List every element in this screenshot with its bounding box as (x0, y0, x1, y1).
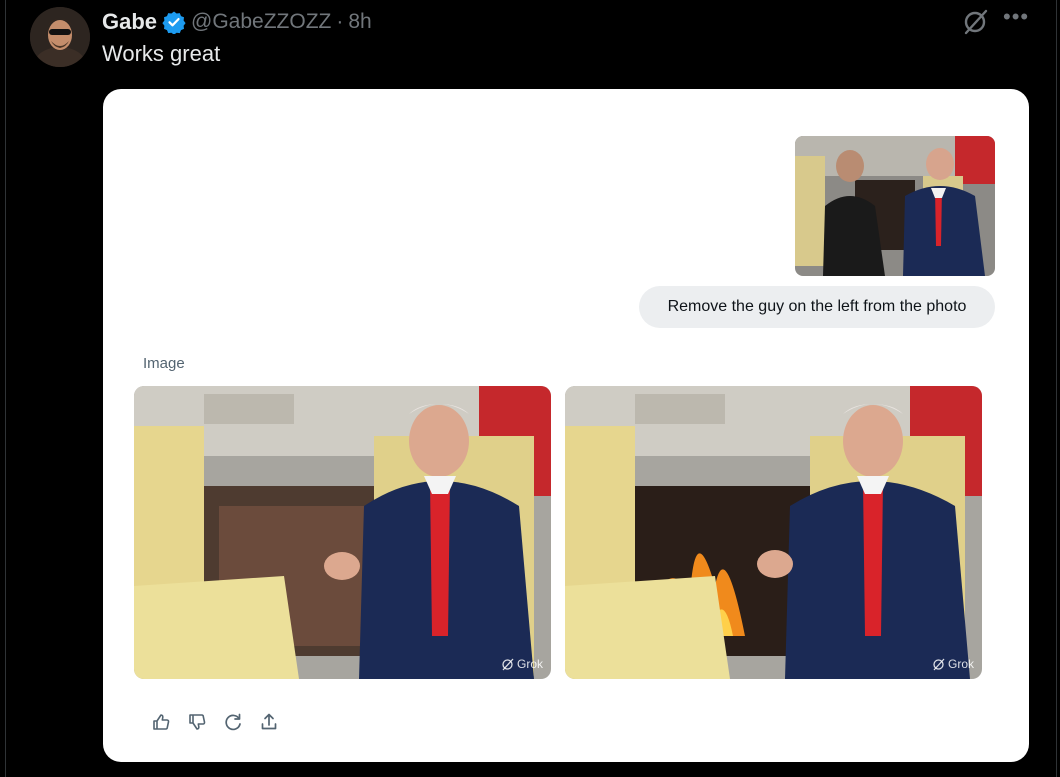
grok-watermark-text: Grok (516, 657, 543, 671)
response-action-bar (150, 711, 280, 733)
display-name[interactable]: Gabe (102, 9, 157, 35)
prompt-bubble: Remove the guy on the left from the phot… (639, 286, 995, 328)
left-border (5, 0, 6, 777)
grok-watermark: Grok (932, 657, 974, 671)
thumbs-down-icon[interactable] (186, 711, 208, 733)
grok-watermark: Grok (501, 657, 543, 671)
more-icon[interactable]: ••• (1003, 6, 1028, 30)
thumbs-up-icon[interactable] (150, 711, 172, 733)
grok-watermark-icon (932, 658, 945, 671)
grok-conversation-card[interactable]: Remove the guy on the left from the phot… (103, 89, 1029, 762)
tweet-header: Gabe @GabeZZOZZ · 8h (102, 9, 372, 35)
grok-watermark-icon (501, 658, 514, 671)
share-icon[interactable] (258, 711, 280, 733)
avatar[interactable] (30, 7, 90, 67)
grok-watermark-text: Grok (947, 657, 974, 671)
timestamp[interactable]: 8h (348, 10, 371, 34)
generated-image-2[interactable]: Grok (565, 386, 982, 679)
grok-icon[interactable] (961, 8, 989, 36)
separator-dot: · (336, 10, 344, 33)
image-label: Image (143, 355, 185, 372)
verified-badge-icon[interactable] (162, 10, 186, 35)
right-border (1056, 0, 1057, 777)
generated-image-1[interactable]: Grok (134, 386, 551, 679)
handle[interactable]: @GabeZZOZZ (191, 10, 331, 34)
regenerate-icon[interactable] (222, 711, 244, 733)
tweet-text: Works great (102, 41, 221, 66)
user-uploaded-photo[interactable] (795, 136, 995, 276)
